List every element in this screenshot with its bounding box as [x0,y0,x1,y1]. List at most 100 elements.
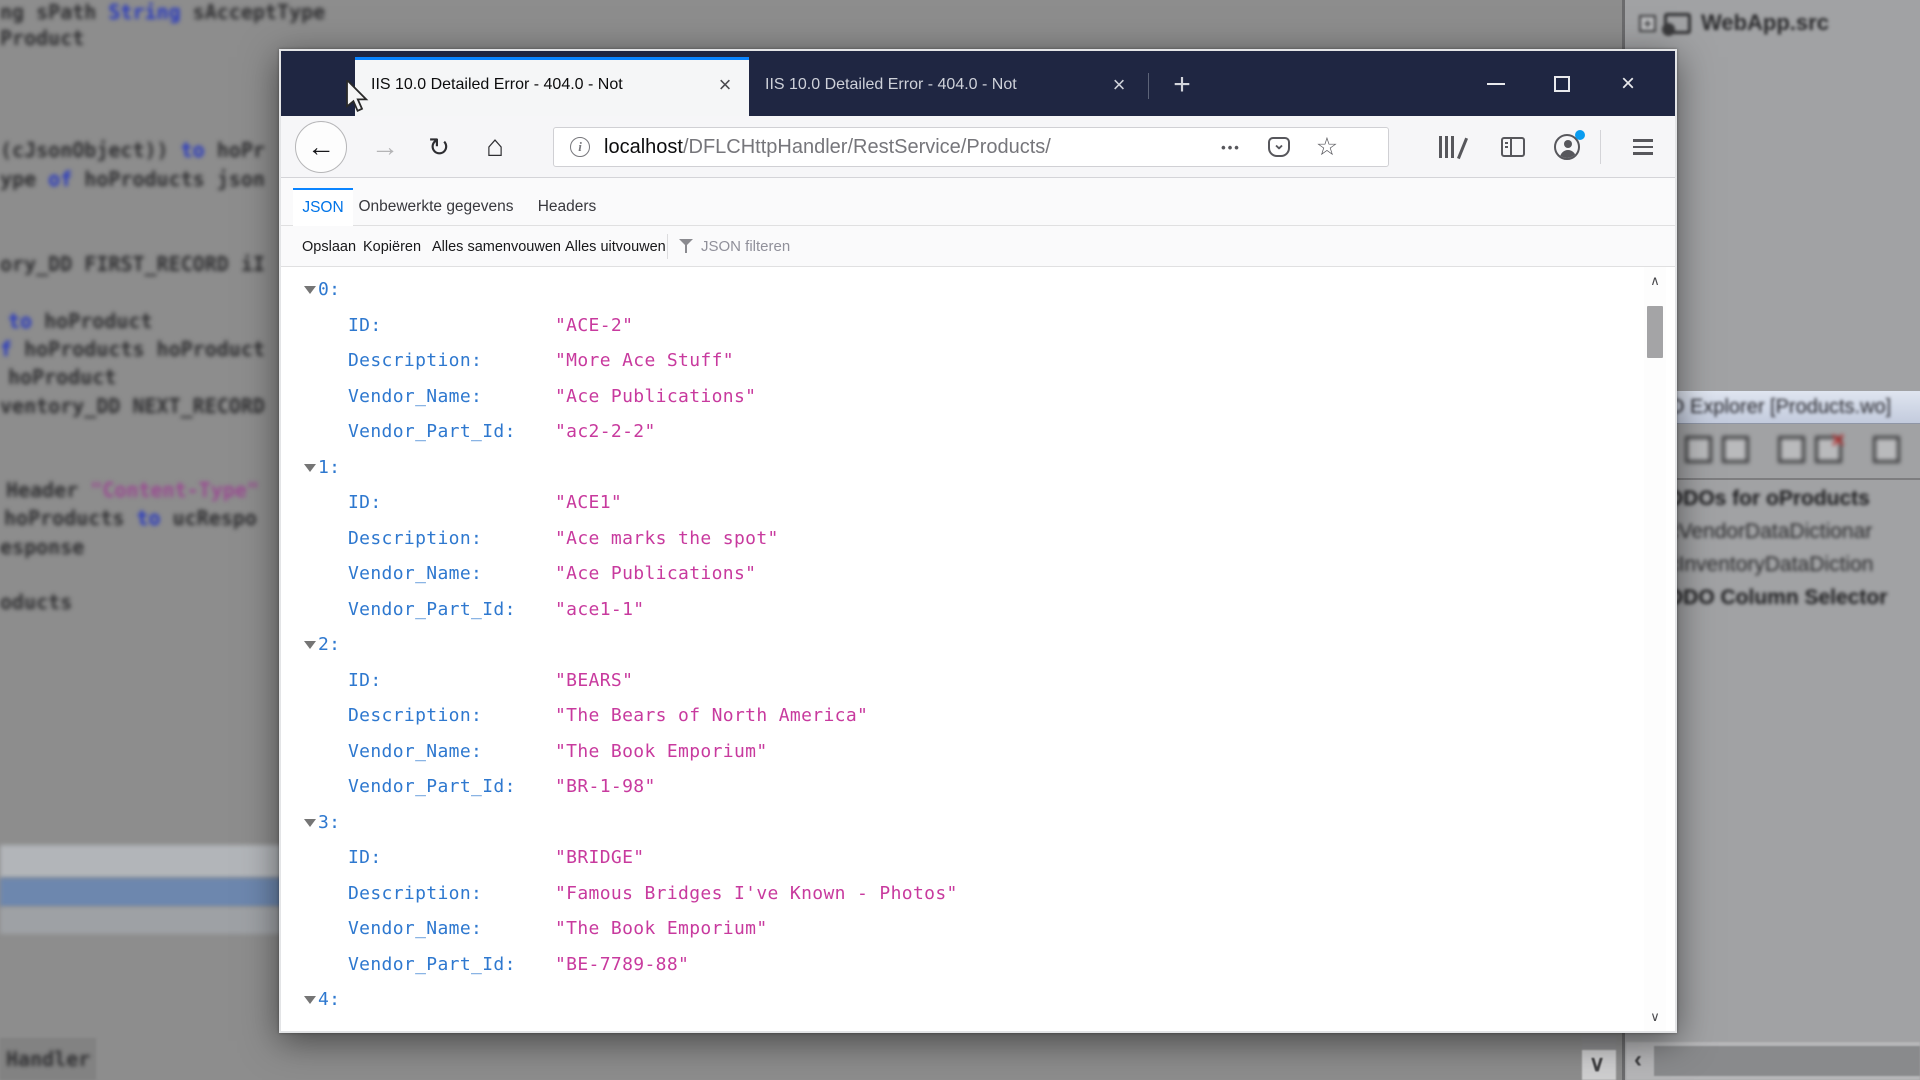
new-tab-button[interactable]: + [1161,65,1203,107]
minimize-button[interactable] [1463,51,1529,116]
scrollbar-thumb[interactable] [1582,1035,1616,1050]
toolbar-separator [1600,130,1601,164]
json-field-row: Vendor_Part_Id: "ac2-2-2" [281,414,1641,450]
window-controls: × [1463,51,1661,116]
mouse-cursor [346,80,369,112]
close-button[interactable]: × [1595,51,1661,116]
expand-plus-icon[interactable]: + [1639,14,1656,32]
pocket-icon[interactable]: ⌄ [1261,116,1297,178]
browser-navbar: ← → ↻ ⌂ i localhost/DFLCHttpHandler/Rest… [281,116,1675,178]
explorer-tool-icon[interactable] [1778,436,1805,463]
json-entry-header: 2: [281,627,1641,663]
code-line: ype of hoProducts json [0,167,265,191]
copy-button[interactable]: Kopiëren [363,226,421,267]
maximize-button[interactable] [1529,51,1595,116]
json-value: "Ace Publications" [555,563,757,584]
workspace-tree-node[interactable]: + WebApp.src [1639,6,1829,40]
scroll-down-icon[interactable]: ∨ [1589,1051,1605,1077]
toolbar-separator [667,234,668,259]
json-key: Vendor_Name: [348,918,483,939]
save-button[interactable]: Opslaan [302,226,356,267]
back-button[interactable]: ← [295,121,347,173]
browser-tab-1[interactable]: IIS 10.0 Detailed Error - 404.0 - Not × [355,57,749,116]
json-key: ID: [348,669,382,691]
viewer-tab-onbewerkte-gegevens[interactable]: Onbewerkte gegevens [355,188,517,226]
collapse-triangle-icon[interactable] [304,818,316,827]
json-value: "ace1-1" [555,598,645,620]
json-value: "The Book Emporium" [555,918,768,939]
explorer-tool-icon[interactable] [1685,436,1712,463]
scrollbar-thumb[interactable] [1654,1046,1920,1076]
json-value: "Ace Publications" [555,385,757,407]
panel-horizontal-scrollbar[interactable]: ‹ [1626,1042,1920,1080]
explorer-add-icon[interactable] [1873,436,1900,463]
json-field-row: ID: "BEARS" [281,663,1641,699]
json-field-row: Description: "Famous Bridges I've Known -… [281,876,1641,912]
sidebar-icon[interactable] [1493,116,1533,178]
json-key: Vendor_Name: [348,740,483,762]
editor-bottom-tab[interactable]: Handler [0,1038,96,1080]
json-field-row: ID: "BRIDGE" [281,840,1641,876]
browser-tabbar: IIS 10.0 Detailed Error - 404.0 - Not × … [281,51,1675,116]
bookmark-star-icon[interactable]: ☆ [1309,116,1345,178]
editor-vertical-scrollbar[interactable]: ∨ [1582,1035,1616,1080]
json-key: Description: [348,527,483,549]
code-line: Product [0,26,85,50]
site-info-icon[interactable]: i [570,137,590,157]
home-button[interactable]: ⌂ [473,116,517,178]
json-value: "BR-1-98" [555,776,656,797]
menu-icon[interactable] [1621,116,1665,178]
library-icon[interactable] [1431,116,1471,178]
json-key: Vendor_Part_Id: [348,421,516,442]
collapse-triangle-icon[interactable] [304,463,316,472]
json-entry-index: 2: [318,634,341,655]
ddo-explorer-title: DDO Explorer [Products.wo] [1640,396,1892,418]
code-line: ng sPath String sAcceptType [0,0,326,24]
tab-close-icon[interactable]: × [1105,72,1133,100]
json-entry-index: 0: [318,279,341,300]
scrollbar-thumb[interactable] [1647,306,1663,358]
json-entry-index: 3: [318,811,341,833]
collapse-triangle-icon[interactable] [304,286,316,294]
tab-close-icon[interactable]: × [711,72,739,100]
content-scrollbar[interactable]: ∧ ∨ [1644,267,1666,1031]
viewer-tab-headers[interactable]: Headers [531,188,603,226]
collapse-triangle-icon[interactable] [304,996,316,1004]
viewer-tab-json[interactable]: JSON [293,188,353,226]
json-key: ID: [348,314,382,336]
json-entry-header: 0: [281,272,1641,308]
json-key: Vendor_Part_Id: [348,776,516,797]
json-value: "The Bears of North America" [555,705,869,726]
json-entry-header: 3: [281,805,1641,841]
code-line: f hoProducts hoProduct [0,337,265,361]
json-key: Description: [348,705,483,726]
json-field-row: ID: "ACE1" [281,485,1641,521]
json-field-row: Vendor_Part_Id: "BE-7789-88" [281,947,1641,983]
json-field-row: Vendor_Name: "Ace Publications" [281,556,1641,592]
json-filter-input[interactable]: JSON filteren [701,226,790,267]
json-value: "ac2-2-2" [555,421,656,442]
json-key: Vendor_Name: [348,385,483,407]
json-entry-header: 4: [281,982,1641,1018]
json-entry-index: 4: [318,989,341,1010]
scroll-down-icon[interactable]: ∨ [1644,1005,1666,1029]
json-field-row: Vendor_Name: "Ace Publications" [281,379,1641,415]
scroll-left-icon[interactable]: ‹ [1634,1046,1642,1074]
collapse-triangle-icon[interactable] [304,641,316,649]
account-icon[interactable] [1547,116,1587,178]
json-value: "ACE-2" [555,314,634,336]
browser-tab-2[interactable]: IIS 10.0 Detailed Error - 404.0 - Not × [749,57,1143,116]
collapse-all-button[interactable]: Alles samenvouwen [432,226,561,267]
reload-button[interactable]: ↻ [419,116,459,178]
page-actions-icon[interactable]: ••• [1211,116,1251,178]
json-entry-header: 1: [281,450,1641,486]
explorer-remove-icon[interactable] [1815,427,1845,463]
scroll-up-icon[interactable]: ∧ [1644,269,1666,293]
url-path: /DFLCHttpHandler/RestService/Products/ [682,135,1051,158]
code-line: Header "Content-Type" [6,478,259,502]
code-line: (cJsonObject)) to hoPr [0,138,265,162]
forward-button[interactable]: → [365,116,405,178]
expand-all-button[interactable]: Alles uitvouwen [565,226,666,267]
json-content-area: 0: ID: "ACE-2" Description: "More Ace Stuff"… [281,267,1675,1031]
explorer-tool-icon[interactable] [1722,436,1749,463]
